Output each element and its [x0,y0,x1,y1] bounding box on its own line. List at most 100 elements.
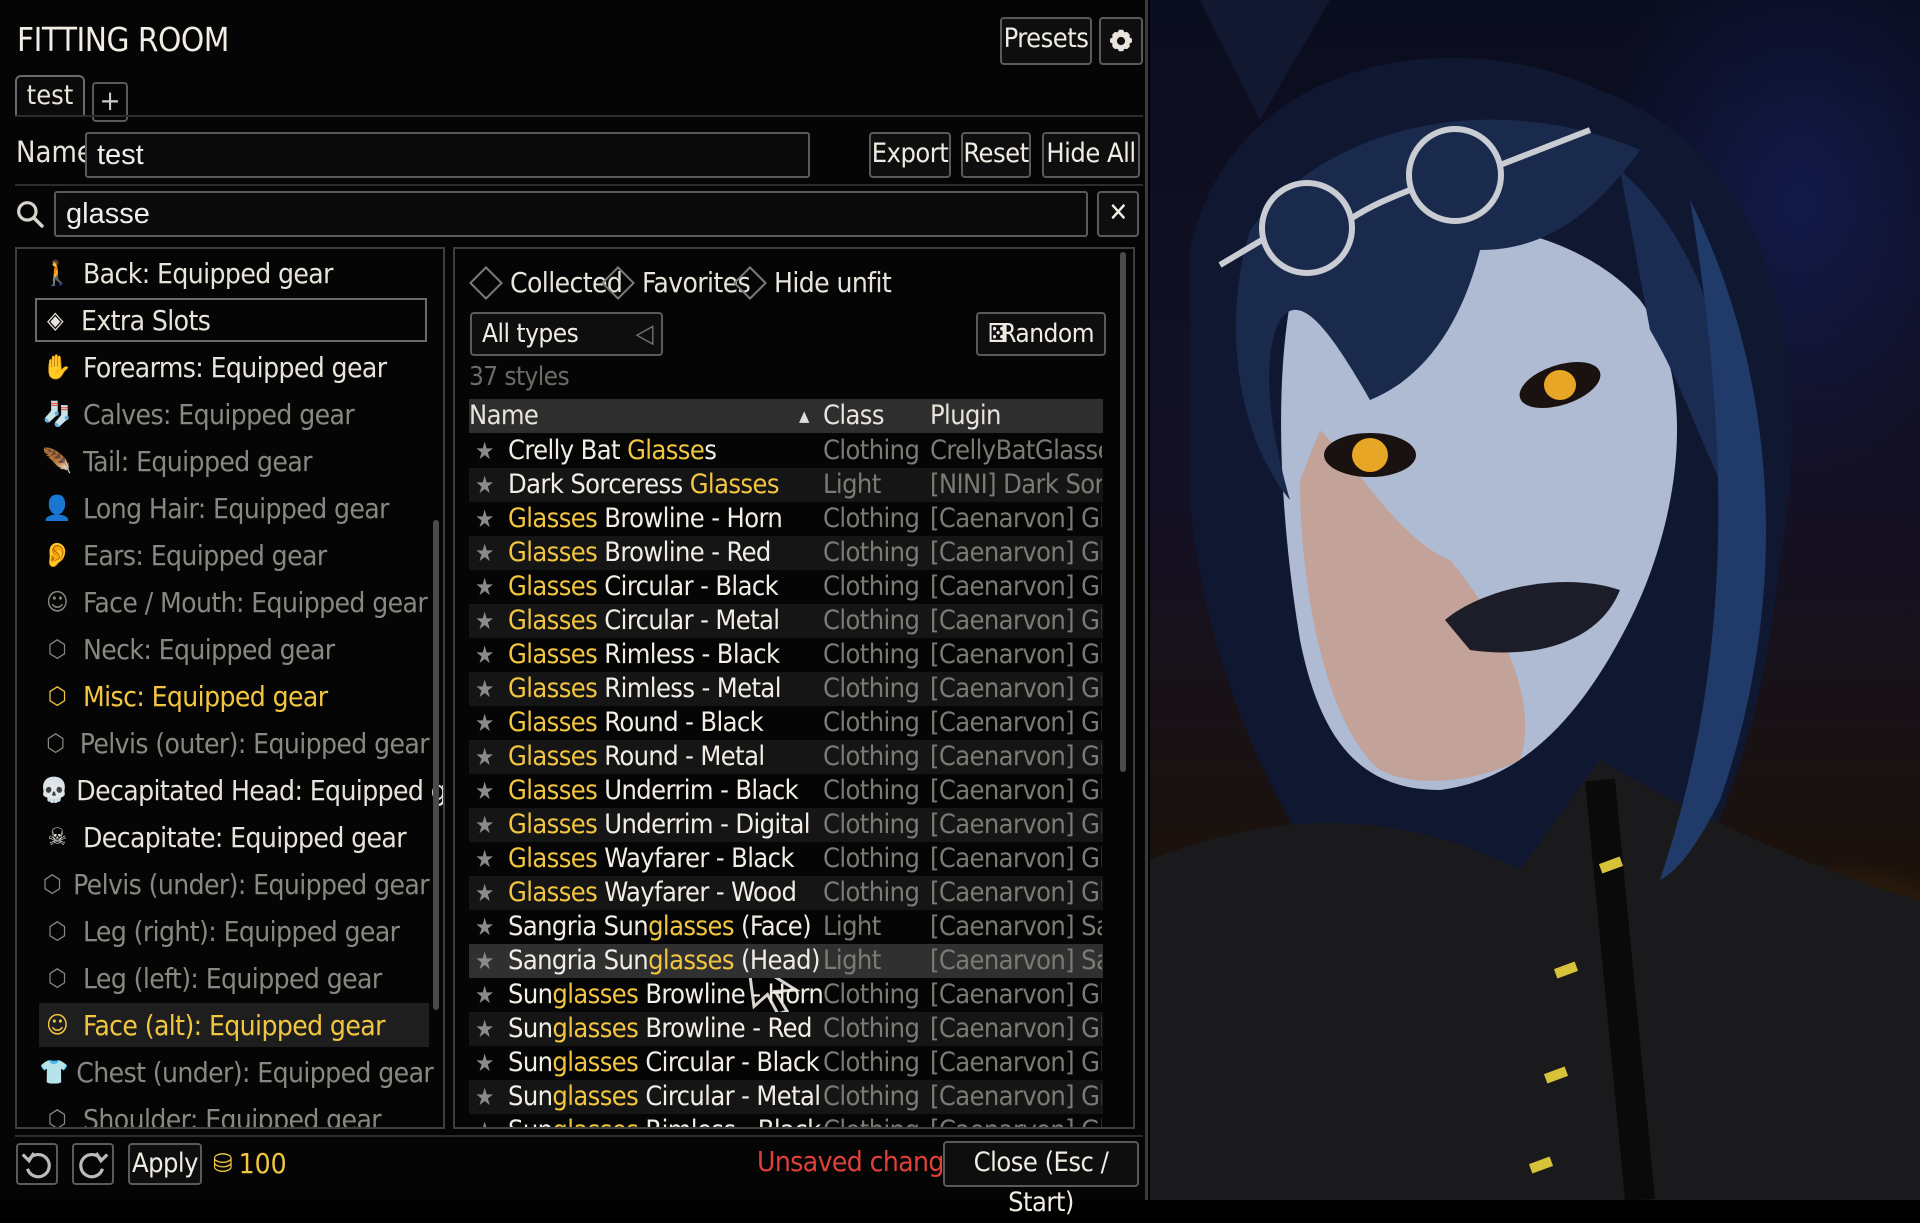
outfit-name-field[interactable] [85,132,810,178]
style-row[interactable]: ★ Glasses Browline - Horn Clothing [Caenarv… [469,502,1103,536]
style-row[interactable]: ★ Glasses Underrim - Digital Clothing [Caen… [469,808,1103,842]
feather-icon: 🪶 [42,447,72,475]
style-row[interactable]: ★ Glasses Rimless - Metal Clothing [Caenarv… [469,672,1103,706]
close-button[interactable]: Close (Esc / Start) [943,1141,1139,1218]
favorite-star-icon[interactable]: ★ [475,842,494,876]
column-name[interactable]: Name [469,399,539,433]
slot-list[interactable]: 🚶 Back: Equipped gear ◈ Extra Slots ✋ Forearm… [15,247,445,1129]
favorite-star-icon[interactable]: ★ [475,706,494,740]
type-select[interactable]: All types ◁ [470,312,663,356]
style-name: Glasses Round - Metal [508,741,765,772]
clear-search-button[interactable]: ✕ [1097,191,1139,237]
style-row[interactable]: ★ Sunglasses Circular - Black Clothing [Cae… [469,1046,1103,1080]
favorite-star-icon[interactable]: ★ [475,638,494,672]
favorite-star-icon[interactable]: ★ [475,468,494,502]
style-row[interactable]: ★ Sunglasses Rimless - BlackClothing [Caen… [469,1114,1103,1127]
favorite-star-icon[interactable]: ★ [475,536,494,570]
style-plugin: [Caenarvon] Glasses [930,843,1102,874]
slot-row[interactable]: 🚶 Back: Equipped gear [39,251,429,295]
random-button[interactable]: ⚄ Random [976,312,1106,356]
slot-row[interactable]: ⬡ Misc: Equipped gear [39,674,429,718]
slot-row[interactable]: 🪶 Tail: Equipped gear [39,439,429,483]
slot-list-scrollbar[interactable] [433,520,439,1010]
search-icon [17,201,44,228]
sort-ascending-icon: ▲ [799,407,809,425]
style-plugin: CrellyBatGlasses.esp [930,435,1102,466]
slot-row[interactable]: 👤 Long Hair: Equipped gear [39,486,429,530]
slot-row[interactable]: 👂 Ears: Equipped gear [39,533,429,577]
slot-row[interactable]: ✋ Forearms: Equipped gear [39,345,429,389]
style-row[interactable]: ★ Sangria Sunglasses (Head) Light [Caenarvo… [469,944,1103,978]
style-plugin: [Caenarvon] Glasses [930,809,1102,840]
settings-button[interactable] [1099,17,1143,65]
favorite-star-icon[interactable]: ★ [475,1080,494,1114]
style-row[interactable]: ★ Crelly Bat Glasses Clothing CrellyBatGlas… [469,434,1103,468]
reset-button[interactable]: Reset [961,132,1031,178]
favorite-star-icon[interactable]: ★ [475,944,494,978]
style-row[interactable]: ★ Sunglasses Browline - Horn Clothing [Caen… [469,978,1103,1012]
favorite-star-icon[interactable]: ★ [475,672,494,706]
presets-button[interactable]: Presets [1000,17,1092,65]
hide-all-button[interactable]: Hide All [1042,132,1140,178]
slot-row[interactable]: ⬡ Neck: Equipped gear [39,627,429,671]
fitting-room-panel: FITTING ROOM Presets test + Name Export … [0,0,1148,1218]
style-row[interactable]: ★ Glasses Circular - Black Clothing [Caenar… [469,570,1103,604]
slot-row[interactable]: 👕 Chest (under): Equipped gear [39,1050,434,1094]
favorite-star-icon[interactable]: ★ [475,1114,494,1127]
hide-unfit-filter[interactable]: Hide unfit [733,265,892,300]
export-button[interactable]: Export [869,132,951,178]
hand-icon: ✋ [42,353,72,381]
favorite-star-icon[interactable]: ★ [475,740,494,774]
style-plugin: [Caenarvon] Glasses [930,1013,1102,1044]
favorite-star-icon[interactable]: ★ [475,978,494,1012]
style-row[interactable]: ★ Dark Sorceress Glasses Light [NINI] Dark … [469,468,1103,502]
favorites-filter[interactable]: Favorites [601,265,751,300]
style-row[interactable]: ★ Glasses Wayfarer - Wood Clothing [Caenarv… [469,876,1103,910]
style-row[interactable]: ★ Glasses Rimless - Black Clothing [Caenarv… [469,638,1103,672]
apply-button[interactable]: Apply [128,1143,202,1185]
slot-row[interactable]: ☺ Face (alt): Equipped gear [39,1003,429,1047]
favorite-star-icon[interactable]: ★ [475,808,494,842]
search-input[interactable] [54,191,1088,237]
slot-row[interactable]: ☺ Face / Mouth: Equipped gear [39,580,429,624]
hide-unfit-checkbox[interactable] [733,265,767,300]
style-row[interactable]: ★ Glasses Round - Metal Clothing [Caenarvon… [469,740,1103,774]
favorite-star-icon[interactable]: ★ [475,876,494,910]
favorite-star-icon[interactable]: ★ [475,774,494,808]
favorite-star-icon[interactable]: ★ [475,910,494,944]
favorite-star-icon[interactable]: ★ [475,1012,494,1046]
slot-row[interactable]: ⬡ Pelvis (outer): Equipped gear [39,721,429,765]
style-row[interactable]: ★ Glasses Circular - Metal Clothing [Caenar… [469,604,1103,638]
favorite-star-icon[interactable]: ★ [475,502,494,536]
favorites-checkbox[interactable] [601,265,635,300]
column-class[interactable]: Class [823,399,885,433]
style-row[interactable]: ★ Sunglasses Circular - Metal Clothing [Cae… [469,1080,1103,1114]
character-preview[interactable] [1150,0,1920,1200]
slot-row[interactable]: ⬡ Leg (right): Equipped gear [39,909,429,953]
favorite-star-icon[interactable]: ★ [475,434,494,468]
column-plugin[interactable]: Plugin [930,399,1001,433]
redo-button[interactable] [72,1143,114,1185]
slot-row[interactable]: 🧦 Calves: Equipped gear [39,392,429,436]
undo-button[interactable] [16,1143,58,1185]
search-match-highlight: Glasses [508,741,598,772]
style-class: Clothing [823,1047,920,1078]
tab-test[interactable]: test [15,75,85,117]
favorite-star-icon[interactable]: ★ [475,1046,494,1080]
slot-row[interactable]: 💀 Decapitated Head: Equipped gear [39,768,443,812]
style-row[interactable]: ★ Sunglasses Browline - Red Clothing [Caena… [469,1012,1103,1046]
style-row[interactable]: ★ Sangria Sunglasses (Face) Light [Caenarvo… [469,910,1103,944]
collected-checkbox[interactable] [469,265,503,300]
slot-row[interactable]: ⬡ Leg (left): Equipped gear [39,956,429,1000]
style-row[interactable]: ★ Glasses Browline - Red Clothing [Caenarvo… [469,536,1103,570]
slot-row[interactable]: ⬡ Shoulder: Equipped gear [39,1097,429,1128]
slot-row[interactable]: ☠ Decapitate: Equipped gear [39,815,429,859]
favorite-star-icon[interactable]: ★ [475,570,494,604]
style-row[interactable]: ★ Glasses Wayfarer - Black Clothing [Caenar… [469,842,1103,876]
slot-row[interactable]: ◈ Extra Slots [35,298,427,342]
favorite-star-icon[interactable]: ★ [475,604,494,638]
style-row[interactable]: ★ Glasses Underrim - Black Clothing [Caenar… [469,774,1103,808]
slot-row[interactable]: ⬡ Pelvis (under): Equipped gear [39,862,430,906]
style-list-scrollbar[interactable] [1120,252,1126,772]
style-row[interactable]: ★ Glasses Round - Black Clothing [Caenarvon… [469,706,1103,740]
